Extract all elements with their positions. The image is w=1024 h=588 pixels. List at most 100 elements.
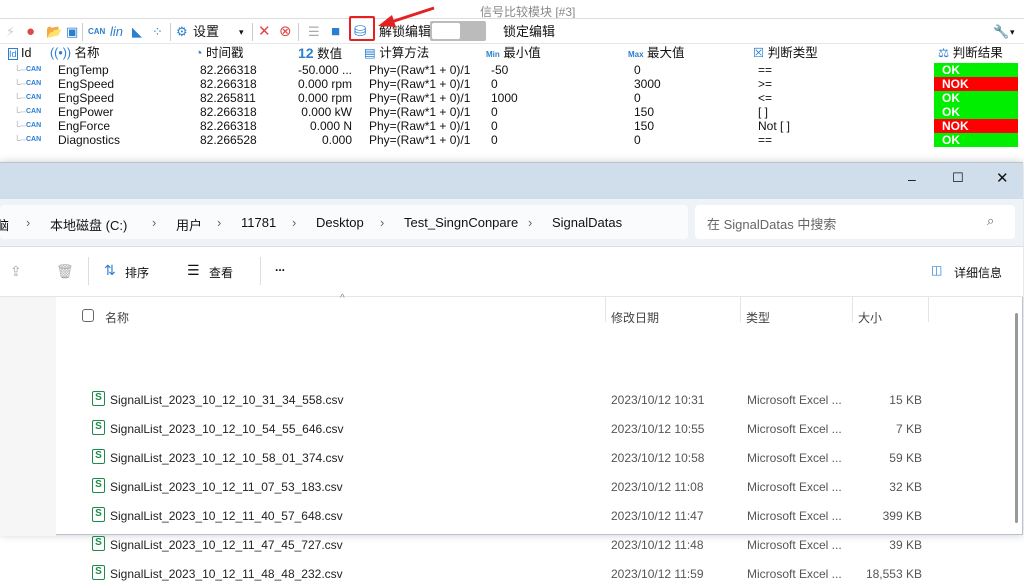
file-explorer-window: – ☐ ✕ 脑 › 本地磁盘 (C:) › 用户 › 11781 › Desktop › Test_… — [0, 162, 1023, 581]
status-badge: OK — [934, 105, 1018, 119]
record-icon[interactable]: ● — [26, 23, 35, 41]
cell-type: <= — [758, 91, 773, 105]
save-icon[interactable]: ▣ — [66, 23, 78, 41]
table-row[interactable]: └┄ CAN EngForce 82.266318 0.000 N Phy=(Raw*1 … — [0, 119, 1024, 133]
can-icon[interactable]: CAN — [88, 23, 105, 41]
can-icon: CAN — [26, 94, 42, 101]
clear-icon[interactable]: ⊗ — [279, 23, 292, 41]
file-date: 2023/10/12 11:08 — [611, 480, 704, 494]
view-button[interactable]: 查看 — [209, 264, 233, 281]
table-row[interactable]: └┄ CAN EngSpeed 82.266318 0.000 rpm Phy=(Raw*… — [0, 77, 1024, 91]
lin-icon[interactable]: lin — [110, 23, 123, 41]
can-icon: CAN — [26, 80, 42, 87]
open-folder-icon[interactable]: 📂 — [46, 23, 62, 41]
stop-icon[interactable]: ■ — [331, 23, 340, 41]
excel-file-icon: S — [92, 391, 105, 406]
search-input[interactable]: 在 SignalDatas 中搜索 ⌕ — [695, 205, 1015, 239]
excel-file-icon: S — [92, 420, 105, 435]
broadcast-icon: ((•)) — [50, 46, 72, 60]
share-icon[interactable]: ⇪ — [10, 263, 22, 280]
table-row[interactable]: └┄ CAN Diagnostics 82.266528 0.000 Phy=(Raw*1… — [0, 133, 1024, 147]
cell-type: == — [758, 63, 773, 77]
maximize-icon[interactable]: ☐ — [952, 170, 964, 186]
minimize-icon[interactable]: – — [908, 171, 916, 187]
toolbar: ⚡ ● 📂 ▣ CAN lin ◣ ⁘ ⚙ 设置 ▾ ✕ ⊗ ☰ ■ ⛁ 解锁编… — [0, 18, 1024, 44]
breadcrumb-item[interactable]: Test_SingnConpare — [404, 215, 518, 230]
tree-line: └┄ — [14, 65, 26, 75]
sort-button[interactable]: 排序 — [125, 264, 149, 281]
chevron-right-icon: › — [528, 215, 533, 230]
column-min[interactable]: Min 最小值 — [486, 45, 541, 63]
cell-name: EngForce — [58, 119, 111, 133]
wrench-icon[interactable]: 🔧 — [993, 23, 1009, 41]
column-method[interactable]: ▤ 计算方法 — [364, 45, 429, 61]
cell-timestamp: 82.266528 — [200, 133, 257, 147]
file-size: 399 KB — [882, 509, 922, 523]
column-type[interactable]: 类型 — [746, 309, 770, 326]
list-icon[interactable]: ☰ — [308, 23, 320, 41]
cell-method: Phy=(Raw*1 + 0)/1 — [369, 77, 471, 91]
cell-method: Phy=(Raw*1 + 0)/1 — [369, 119, 471, 133]
column-modified[interactable]: 修改日期 — [611, 309, 659, 326]
column-result[interactable]: ⚖ 判断结果 — [938, 45, 1003, 61]
file-row[interactable]: S SignalList_2023_10_12_10_54_55_646.csv… — [70, 414, 1010, 443]
lightning-icon[interactable]: ⚡ — [6, 23, 15, 41]
breadcrumb-item[interactable]: 本地磁盘 (C:) — [50, 215, 127, 234]
file-row[interactable]: S SignalList_2023_10_12_10_31_34_558.csv… — [70, 385, 1010, 414]
dots-icon[interactable]: ⁘ — [152, 23, 163, 41]
breadcrumb-item[interactable]: Desktop — [316, 215, 364, 230]
file-date: 2023/10/12 10:58 — [611, 451, 705, 465]
cell-method: Phy=(Raw*1 + 0)/1 — [369, 63, 471, 77]
file-row[interactable]: S SignalList_2023_10_12_11_48_48_232.csv… — [70, 559, 1010, 588]
file-row[interactable]: S SignalList_2023_10_12_11_40_57_648.csv… — [70, 501, 1010, 530]
chevron-down-icon[interactable]: ▾ — [1010, 23, 1015, 41]
file-row[interactable]: S SignalList_2023_10_12_11_47_45_727.csv… — [70, 530, 1010, 559]
close-icon[interactable]: ✕ — [996, 169, 1009, 187]
select-all-checkbox[interactable] — [82, 309, 94, 322]
status-badge: OK — [934, 63, 1018, 77]
delete-icon[interactable]: ✕ — [258, 23, 271, 41]
breadcrumb-item[interactable]: SignalDatas — [552, 215, 622, 230]
gear-icon[interactable]: ⚙ — [176, 23, 188, 41]
column-size[interactable]: 大小 — [858, 309, 882, 326]
breadcrumb[interactable]: 脑 › 本地磁盘 (C:) › 用户 › 11781 › Desktop › Test_SingnC… — [0, 205, 688, 239]
cell-method: Phy=(Raw*1 + 0)/1 — [369, 91, 471, 105]
column-id[interactable]: Id Id — [8, 45, 31, 62]
cell-value: -50.000 ... — [297, 63, 352, 77]
column-value[interactable]: 12 数值 — [298, 45, 342, 62]
address-bar: 脑 › 本地磁盘 (C:) › 用户 › 11781 › Desktop › Test_SingnC… — [0, 199, 1023, 247]
column-timestamp[interactable]: ◔ 时间戳 — [195, 45, 244, 61]
column-judge-type[interactable]: ☒ 判断类型 — [753, 45, 818, 61]
table-row[interactable]: └┄ CAN EngTemp 82.266318 -50.000 ... Phy=(Raw… — [0, 63, 1024, 77]
cell-type: [ ] — [758, 105, 769, 119]
breadcrumb-item[interactable]: 脑 — [0, 215, 9, 234]
more-button[interactable]: ... — [275, 260, 285, 274]
chart-icon: ☒ — [753, 46, 765, 60]
breadcrumb-item[interactable]: 用户 — [176, 215, 202, 234]
settings-button[interactable]: 设置 — [193, 23, 219, 41]
breadcrumb-item[interactable]: 11781 — [241, 215, 276, 230]
file-row[interactable]: S SignalList_2023_10_12_11_07_53_183.csv… — [70, 472, 1010, 501]
edit-lock-toggle[interactable] — [430, 21, 486, 41]
trash-icon[interactable]: 🗑 — [56, 263, 74, 280]
column-name[interactable]: ((•)) 名称 — [50, 45, 100, 61]
file-name: SignalList_2023_10_12_11_47_45_727.csv — [110, 538, 343, 552]
scrollbar[interactable] — [1015, 313, 1018, 523]
file-size: 59 KB — [889, 451, 922, 465]
cell-max: 150 — [634, 105, 655, 119]
search-icon: ⌕ — [987, 213, 995, 228]
details-button[interactable]: 详细信息 — [954, 264, 1002, 281]
file-row[interactable]: S SignalList_2023_10_12_10_58_01_374.csv… — [70, 443, 1010, 472]
file-type: Microsoft Excel ... — [747, 422, 842, 436]
cell-name: EngTemp — [58, 63, 109, 77]
table-row[interactable]: └┄ CAN EngPower 82.266318 0.000 kW Phy=(Raw*1… — [0, 105, 1024, 119]
chevron-down-icon[interactable]: ▾ — [239, 23, 244, 41]
explorer-toolbar: ⇪ 🗑 ⇅ 排序 ☰ 查看 ... ◫ 详细信息 — [0, 247, 1023, 297]
column-max[interactable]: Max 最大值 — [628, 45, 685, 63]
table-row[interactable]: └┄ CAN EngSpeed 82.265811 0.000 rpm Phy=(Raw*… — [0, 91, 1024, 105]
chevron-right-icon: › — [152, 215, 157, 230]
signal-icon[interactable]: ◣ — [132, 23, 142, 41]
column-filename[interactable]: 名称 — [105, 309, 129, 326]
cell-name: Diagnostics — [58, 133, 121, 147]
file-date: 2023/10/12 11:48 — [611, 538, 704, 552]
